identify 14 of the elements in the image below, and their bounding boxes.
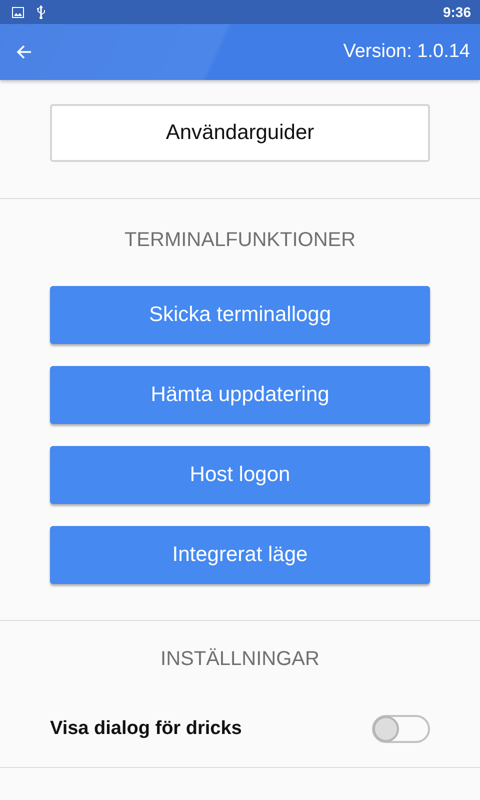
version-label: Version: 1.0.14 [343,41,470,63]
action-button[interactable]: Host logon [50,446,430,504]
clock-time: 9:36 [442,4,471,20]
action-button[interactable]: Integrerat läge [50,526,430,584]
image-icon [12,6,24,18]
toggle-switch[interactable] [372,715,430,743]
section-heading: TERMINALFUNKTIONER [124,228,356,253]
usb-icon [36,5,46,19]
back-arrow-icon [16,44,32,60]
user-guides-button[interactable]: Användarguider [50,104,430,162]
setting-label: Visa dialog för dricks [50,718,242,740]
action-button[interactable]: Hämta uppdatering [50,366,430,424]
action-button[interactable]: Skicka terminallogg [50,286,430,344]
section-heading: INSTÄLLNINGAR [160,647,320,672]
